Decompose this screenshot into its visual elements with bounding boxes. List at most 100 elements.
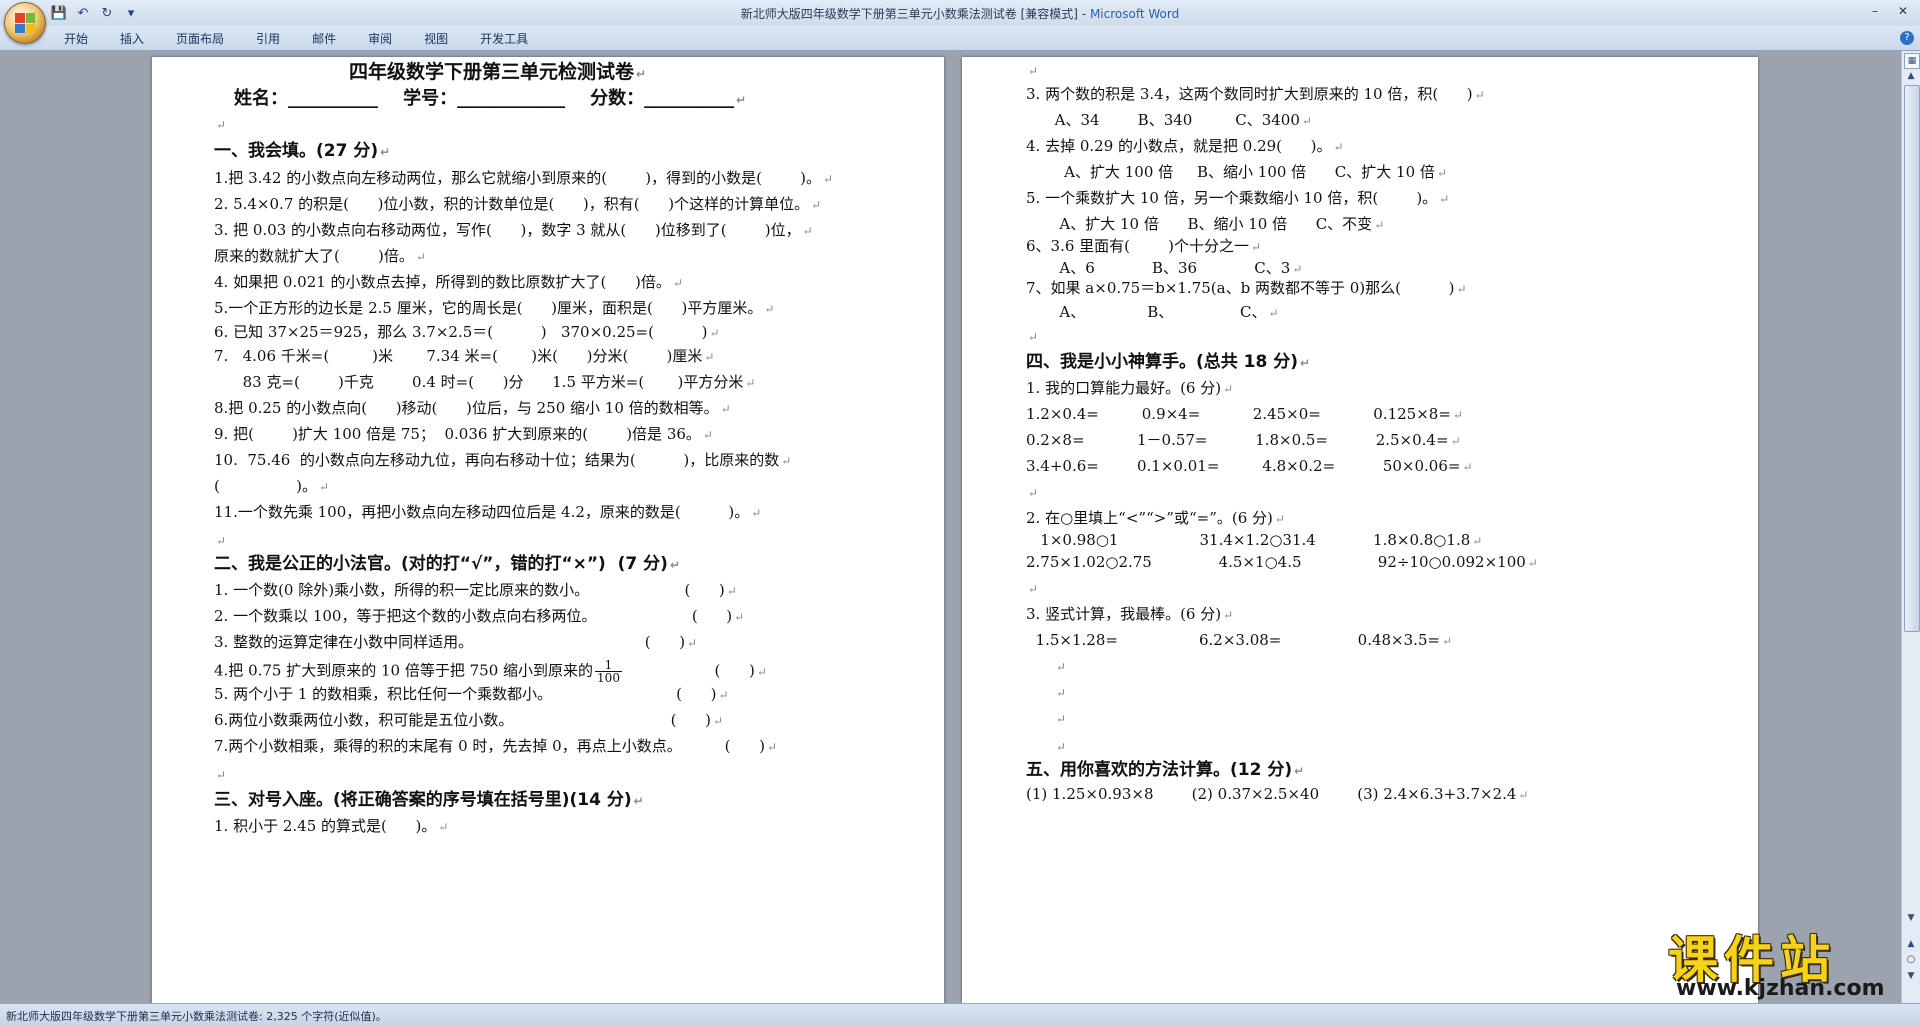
paragraph-mark-icon: ↵ [1518, 788, 1529, 802]
paragraph-mark-icon: ↵ [687, 636, 698, 650]
question-line: 6、3.6 里面有( )个十分之一 ↵ [1026, 237, 1261, 256]
question-line: 2.75×1.02○2.75 4.5×1○4.5 92÷10○0.092×100… [1026, 553, 1538, 572]
scroll-down-icon[interactable]: ▼ [1904, 911, 1918, 925]
select-browse-object-icon[interactable]: ○ [1904, 953, 1918, 967]
tab-home[interactable]: 开始 [48, 29, 104, 49]
paragraph-mark-icon: ↵ [726, 584, 737, 598]
question-line: 1. 积小于 2.45 的算式是( )。 ↵ [214, 817, 448, 836]
paragraph-mark-icon: ↵ [822, 172, 834, 186]
question-line-text: 5.一个正方形的边长是 2.5 厘米，它的周长是( )厘米，面积是( )平方厘米… [214, 299, 763, 317]
tab-insert[interactable]: 插入 [104, 29, 160, 49]
section-heading-text: 二、我是公正的小法官。(对的打“√”，错的打“×”) (7 分) [214, 554, 668, 574]
office-button[interactable] [4, 2, 46, 44]
question-line: 4.把 0.75 扩大到原来的 10 倍等于把 750 缩小到原来的 1 100 (… [214, 659, 767, 684]
question-line: 原来的数就扩大了( )倍。 ↵ [214, 247, 426, 266]
question-line: A、6 B、36 C、3 ↵ [1026, 259, 1302, 278]
paragraph-mark-icon: ↵ [709, 326, 720, 340]
scroll-up-icon[interactable]: ▲ [1904, 69, 1918, 83]
tab-page-layout[interactable]: 页面布局 [160, 29, 240, 49]
question-line-text: A、 B、 C、 [1026, 303, 1267, 321]
section-heading-text: 四、我是小小神算手。(总共 18 分) [1026, 352, 1299, 372]
question-line: 5. 一个乘数扩大 10 倍，另一个乘数缩小 10 倍，积( )。 ↵ [1026, 189, 1449, 208]
fraction: 1 100 [595, 659, 622, 684]
tab-view[interactable]: 视图 [408, 29, 464, 49]
blank-line: ↵ [1026, 483, 1038, 502]
question-line: A、扩大 10 倍 B、缩小 10 倍 C、不变 ↵ [1026, 215, 1384, 234]
question-line-text: 2.75×1.02○2.75 4.5×1○4.5 92÷10○0.092×100 [1026, 553, 1526, 571]
tab-mailings[interactable]: 邮件 [296, 29, 352, 49]
exam-title: 四年级数学下册第三单元检测试卷 ↵ [349, 63, 646, 83]
paragraph-mark-icon: ↵ [1294, 764, 1305, 778]
document-page-right[interactable]: ↵ 3. 两个数的积是 3.4，这两个数同时扩大到原来的 10 倍，积( ) ↵ A… [962, 57, 1758, 1003]
question-line-text: A、34 B、340 C、3400 [1026, 111, 1300, 129]
exam-title-text: 四年级数学下册第三单元检测试卷 [349, 61, 635, 83]
paragraph-mark-icon: ↵ [736, 93, 747, 107]
paragraph-mark-icon: ↵ [438, 820, 449, 834]
question-line: 5.一个正方形的边长是 2.5 厘米，它的周长是( )厘米，面积是( )平方厘米… [214, 299, 774, 318]
question-line-text: 3. 整数的运算定律在小数中同样适用。 ( ) [214, 633, 686, 651]
question-line: 9. 把( )扩大 100 倍是 75； 0.036 扩大到原来的( )倍是 3… [214, 425, 713, 444]
paragraph-mark-icon: ↵ [766, 740, 777, 754]
section-heading: 一、我会填。(27 分) ↵ [214, 142, 390, 161]
paragraph-mark-icon: ↵ [380, 145, 391, 159]
question-line: 11.一个数先乘 100，再把小数点向左移动四位后是 4.2，原来的数是( )。… [214, 503, 761, 522]
question-line: A、 B、 C、 ↵ [1026, 303, 1278, 322]
question-line-text: A、扩大 10 倍 B、缩小 10 倍 C、不变 [1026, 215, 1373, 233]
paragraph-mark-icon: ↵ [1223, 608, 1234, 622]
question-line-text: 6.两位小数乘两位小数，积可能是五位小数。 ( ) [214, 711, 711, 729]
previous-page-icon[interactable]: ▲ [1904, 937, 1918, 951]
question-line: 83 克=( )千克 0.4 时=( )分 1.5 平方米=( )平方分米 ↵ [214, 373, 756, 392]
scroll-thumb[interactable] [1904, 85, 1920, 632]
question-line-text: ( )。 [214, 477, 317, 495]
question-line-text: (1) 1.25×0.93×8 (2) 0.37×2.5×40 (3) 2.4×… [1026, 785, 1517, 803]
document-name: 新北师大版四年级数学下册第三单元小数乘法测试卷 [兼容模式] [740, 7, 1078, 21]
answer-bracket: ( ) [623, 661, 755, 680]
ribbon-tabs: 开始 插入 页面布局 引用 邮件 审阅 视图 开发工具 [48, 29, 544, 49]
app-name: Microsoft Word [1089, 7, 1180, 21]
question-line-text: A、扩大 100 倍 B、缩小 100 倍 C、扩大 10 倍 [1026, 163, 1435, 181]
tab-developer[interactable]: 开发工具 [464, 29, 544, 49]
question-line-text: 原来的数就扩大了( )倍。 [214, 247, 414, 265]
question-line-text: 1.5×1.28= 6.2×3.08= 0.48×3.5= [1026, 631, 1441, 649]
paragraph-mark-icon: ↵ [1333, 140, 1344, 154]
ruler-toggle-icon[interactable]: ▦ [1904, 53, 1920, 69]
blank-line: ↵ [1026, 579, 1038, 598]
question-line-text: 8.把 0.25 的小数点向( )移动( )位后，与 250 缩小 10 倍的数… [214, 399, 719, 417]
question-line-text: 9. 把( )扩大 100 倍是 75； 0.036 扩大到原来的( )倍是 3… [214, 425, 701, 443]
question-line-text: 1. 一个数(0 除外)乘小数，所得的积一定比原来的数小。 ( ) [214, 581, 725, 599]
question-line: 7. 4.06 千米=( )米 7.34 米=( )米( )分米( )厘米 ↵ [214, 347, 714, 366]
question-line: 3. 两个数的积是 3.4，这两个数同时扩大到原来的 10 倍，积( ) ↵ [1026, 85, 1485, 104]
tab-review[interactable]: 审阅 [352, 29, 408, 49]
blank-line: ↵ [1026, 61, 1038, 80]
paragraph-mark-icon: ↵ [1462, 460, 1473, 474]
question-line: 3.4+0.6= 0.1×0.01= 4.8×0.2= 50×0.06= ↵ [1026, 457, 1473, 476]
question-line-text: 4.把 0.75 扩大到原来的 10 倍等于把 750 缩小到原来的 [214, 661, 594, 680]
tab-references[interactable]: 引用 [240, 29, 296, 49]
minimize-icon[interactable]: – [1862, 2, 1888, 20]
paragraph-mark-icon: ↵ [1442, 634, 1453, 648]
watermark-url: www.kjzhan.com [1676, 976, 1885, 1001]
blank-line: ↵ [1054, 683, 1066, 702]
section-heading: 三、对号入座。(将正确答案的序号填在括号里)(14 分) ↵ [214, 791, 644, 810]
paragraph-mark-icon: ↵ [216, 768, 227, 782]
blank-line: ↵ [1054, 737, 1066, 756]
help-icon[interactable]: ? [1900, 31, 1914, 45]
question-line-text: 4. 去掉 0.29 的小数点，就是把 0.29( )。 [1026, 137, 1332, 155]
paragraph-mark-icon: ↵ [1456, 282, 1467, 296]
paragraph-mark-icon: ↵ [702, 428, 713, 442]
question-line: 3. 竖式计算，我最棒。(6 分) ↵ [1026, 605, 1233, 624]
paragraph-mark-icon: ↵ [1450, 434, 1461, 448]
paragraph-mark-icon: ↵ [712, 714, 724, 728]
vertical-scrollbar[interactable]: ▦ ▲ ▼ ▲ ○ ▼ [1901, 51, 1920, 1003]
question-line-text: 3. 把 0.03 的小数点向右移动两位，写作( )，数字 3 就从( )位移到… [214, 221, 801, 239]
question-line-text: 7.两个小数相乘，乘得的积的末尾有 0 时，先去掉 0，再点上小数点。 ( ) [214, 737, 765, 755]
close-icon[interactable]: ✕ [1890, 2, 1916, 20]
paragraph-mark-icon: ↵ [216, 118, 227, 132]
section-heading: 四、我是小小神算手。(总共 18 分) ↵ [1026, 353, 1310, 372]
paragraph-mark-icon: ↵ [1527, 556, 1538, 570]
document-page-left[interactable]: 四年级数学下册第三单元检测试卷 ↵ 姓名：__________ 学号：_______… [152, 57, 944, 1003]
question-line-text: 1. 我的口算能力最好。(6 分) [1026, 379, 1222, 397]
paragraph-mark-icon: ↵ [718, 688, 729, 702]
status-text: 新北师大版四年级数学下册第三单元小数乘法测试卷: 2,325 个字符(近似值)。 [6, 1010, 387, 1023]
next-page-icon[interactable]: ▼ [1904, 969, 1918, 983]
